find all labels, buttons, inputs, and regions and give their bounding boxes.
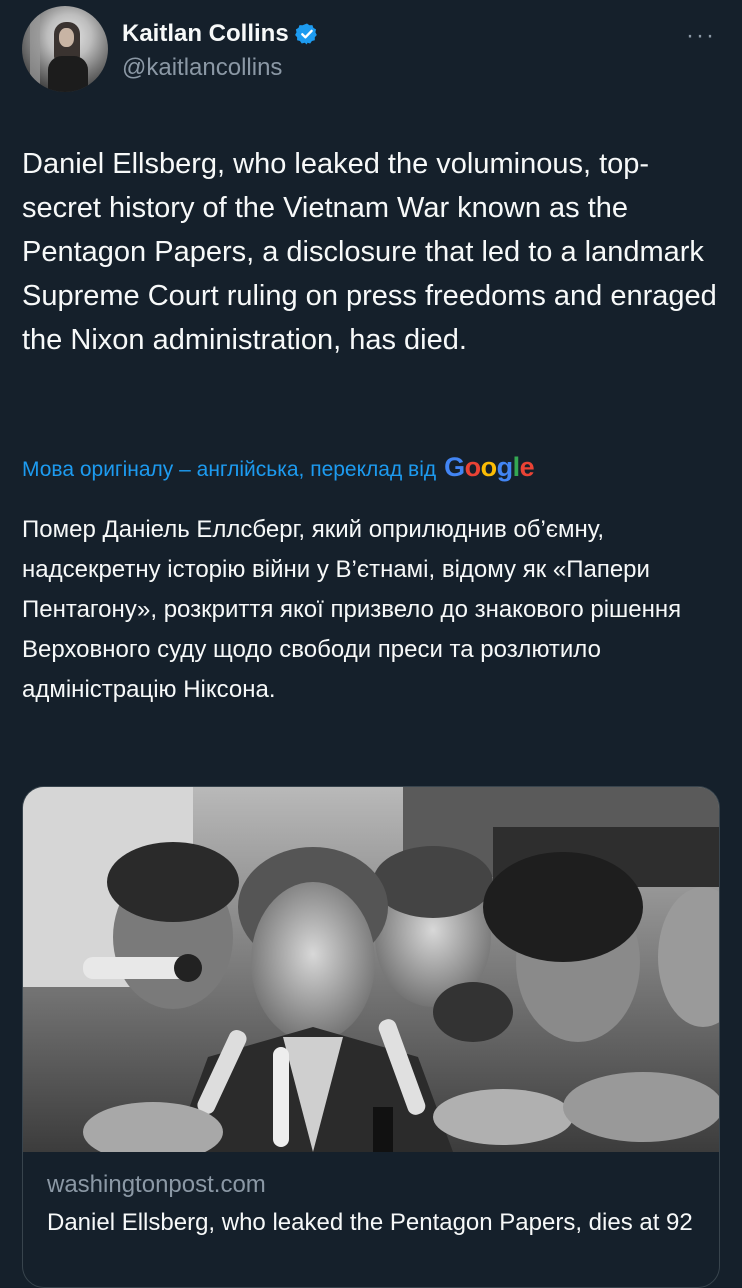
link-card-image[interactable] xyxy=(23,787,719,1152)
author-name-row[interactable]: Kaitlan Collins xyxy=(122,20,319,48)
link-card[interactable]: washingtonpost.com Daniel Ellsberg, who … xyxy=(22,786,720,1288)
translation-note[interactable]: Мова оригіналу – англійська, переклад ві… xyxy=(22,452,535,483)
verified-badge-icon xyxy=(294,23,317,45)
author-handle[interactable]: @kaitlancollins xyxy=(122,54,282,82)
author-avatar[interactable] xyxy=(22,6,108,92)
google-logo: Google xyxy=(444,452,535,482)
translated-text: Помер Даніель Еллсберг, який оприлюднив … xyxy=(22,516,682,703)
translation-note-text[interactable]: Мова оригіналу – англійська, переклад ві… xyxy=(22,458,436,482)
tweet-text: Daniel Ellsberg, who leaked the volumino… xyxy=(22,148,717,356)
link-card-title[interactable]: Daniel Ellsberg, who leaked the Pentagon… xyxy=(47,1207,697,1239)
more-options-icon[interactable]: ··· xyxy=(686,22,716,50)
author-display-name[interactable]: Kaitlan Collins xyxy=(122,20,289,48)
link-card-domain[interactable]: washingtonpost.com xyxy=(47,1171,266,1199)
tweet-header: Kaitlan Collins @kaitlancollins ··· xyxy=(22,6,722,96)
